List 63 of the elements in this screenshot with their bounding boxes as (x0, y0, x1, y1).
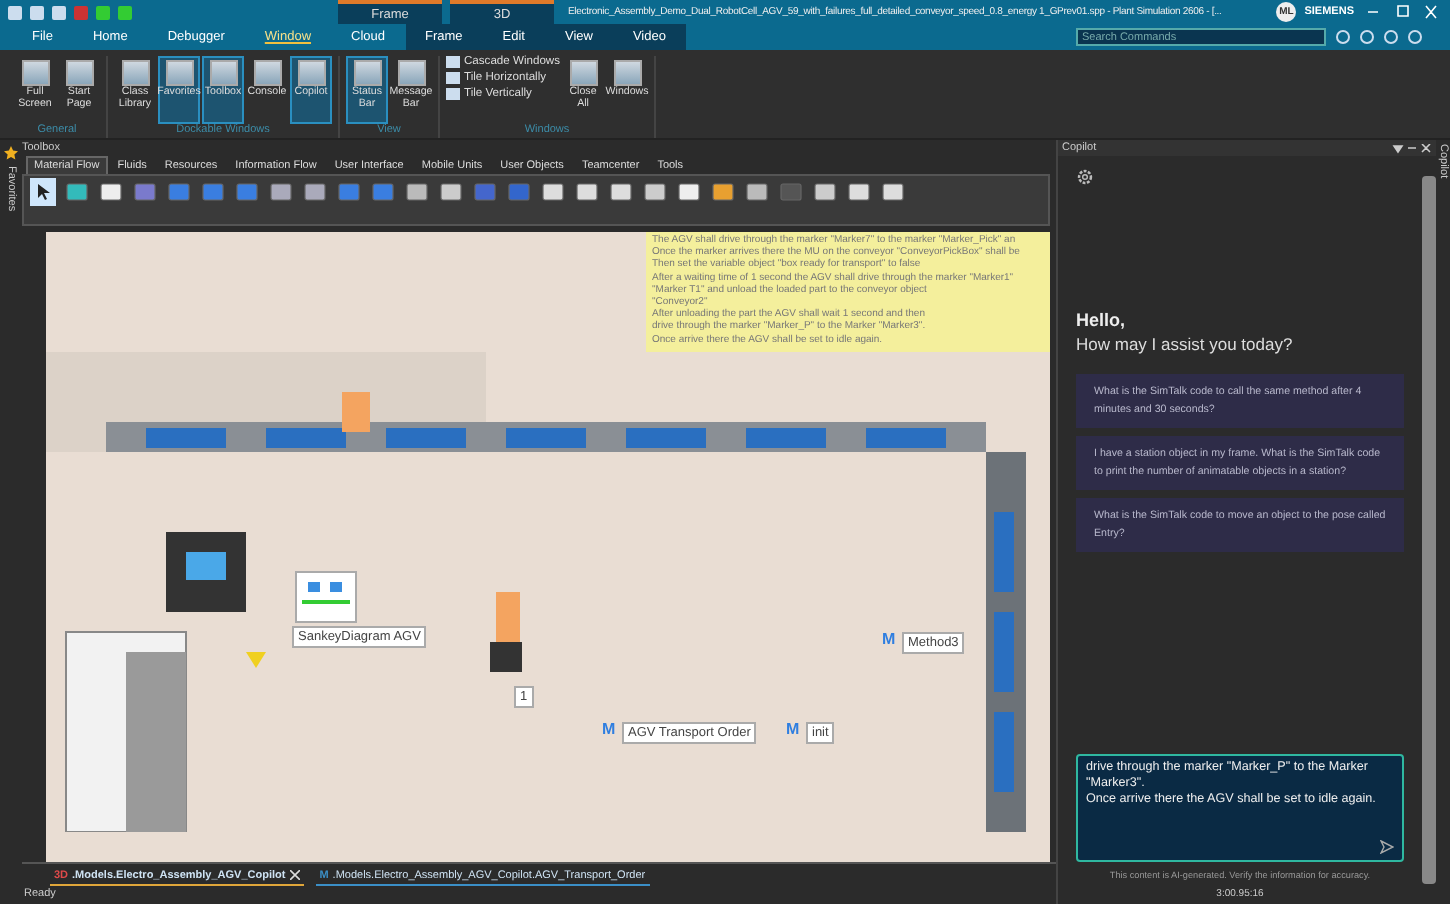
window-icon (353, 60, 381, 86)
object-icon (848, 182, 870, 202)
object-icon (508, 182, 530, 202)
send-icon[interactable] (1380, 840, 1394, 854)
object-icon (236, 182, 258, 202)
toolbox-object[interactable] (744, 178, 770, 206)
object-icon (474, 182, 496, 202)
window-icon (569, 60, 598, 86)
object-icon (542, 182, 564, 202)
pointer-tool[interactable] (30, 178, 56, 206)
object-icon (610, 182, 632, 202)
object-icon (576, 182, 598, 202)
toolbox-object[interactable] (608, 178, 634, 206)
object-icon (372, 182, 394, 202)
toolbox-object[interactable] (98, 178, 124, 206)
window-icon (297, 60, 325, 86)
window-icon (253, 60, 281, 86)
window-controls-icon[interactable] (1362, 4, 1442, 20)
close-icon[interactable] (289, 870, 300, 880)
toolbox-object[interactable] (302, 178, 328, 206)
window-icon (165, 60, 193, 86)
star-icon[interactable] (4, 146, 18, 160)
object-icon (678, 182, 700, 202)
object-icon (168, 182, 190, 202)
object-icon (406, 182, 428, 202)
toolbox-object[interactable] (64, 178, 90, 206)
cursor-icon (37, 184, 49, 200)
window-icon (21, 60, 49, 86)
toolbox-object[interactable] (880, 178, 906, 206)
toolbox-object[interactable] (642, 178, 668, 206)
window-icon (613, 60, 642, 86)
toolbox-object[interactable] (540, 178, 566, 206)
toolbox-object[interactable] (268, 178, 294, 206)
scrollbar-thumb[interactable] (1422, 176, 1436, 884)
settings-icon[interactable] (1076, 168, 1094, 186)
toolbox-object[interactable] (574, 178, 600, 206)
object-icon (134, 182, 156, 202)
toolbox-object[interactable] (710, 178, 736, 206)
object-icon (66, 182, 88, 202)
object-icon (644, 182, 666, 202)
object-icon (882, 182, 904, 202)
object-icon (100, 182, 122, 202)
window-icon (209, 60, 237, 86)
object-icon (338, 182, 360, 202)
toolbox-object[interactable] (846, 178, 872, 206)
window-icon (121, 60, 149, 86)
object-icon (712, 182, 734, 202)
object-icon (814, 182, 836, 202)
prompt-question: How may I assist you today? (1076, 334, 1295, 354)
window-icon (397, 60, 425, 86)
object-icon (202, 182, 224, 202)
toolbox-object[interactable] (438, 178, 464, 206)
object-icon (270, 182, 292, 202)
object-icon (746, 182, 768, 202)
greeting-text: Hello, (1076, 310, 1128, 330)
panel-controls-icon[interactable] (1392, 143, 1432, 153)
window-icon (65, 60, 93, 86)
toolbox-object[interactable] (812, 178, 838, 206)
object-icon (780, 182, 802, 202)
object-icon (440, 182, 462, 202)
toolbox-object[interactable] (404, 178, 430, 206)
toolbox-object[interactable] (676, 178, 702, 206)
object-icon (304, 182, 326, 202)
